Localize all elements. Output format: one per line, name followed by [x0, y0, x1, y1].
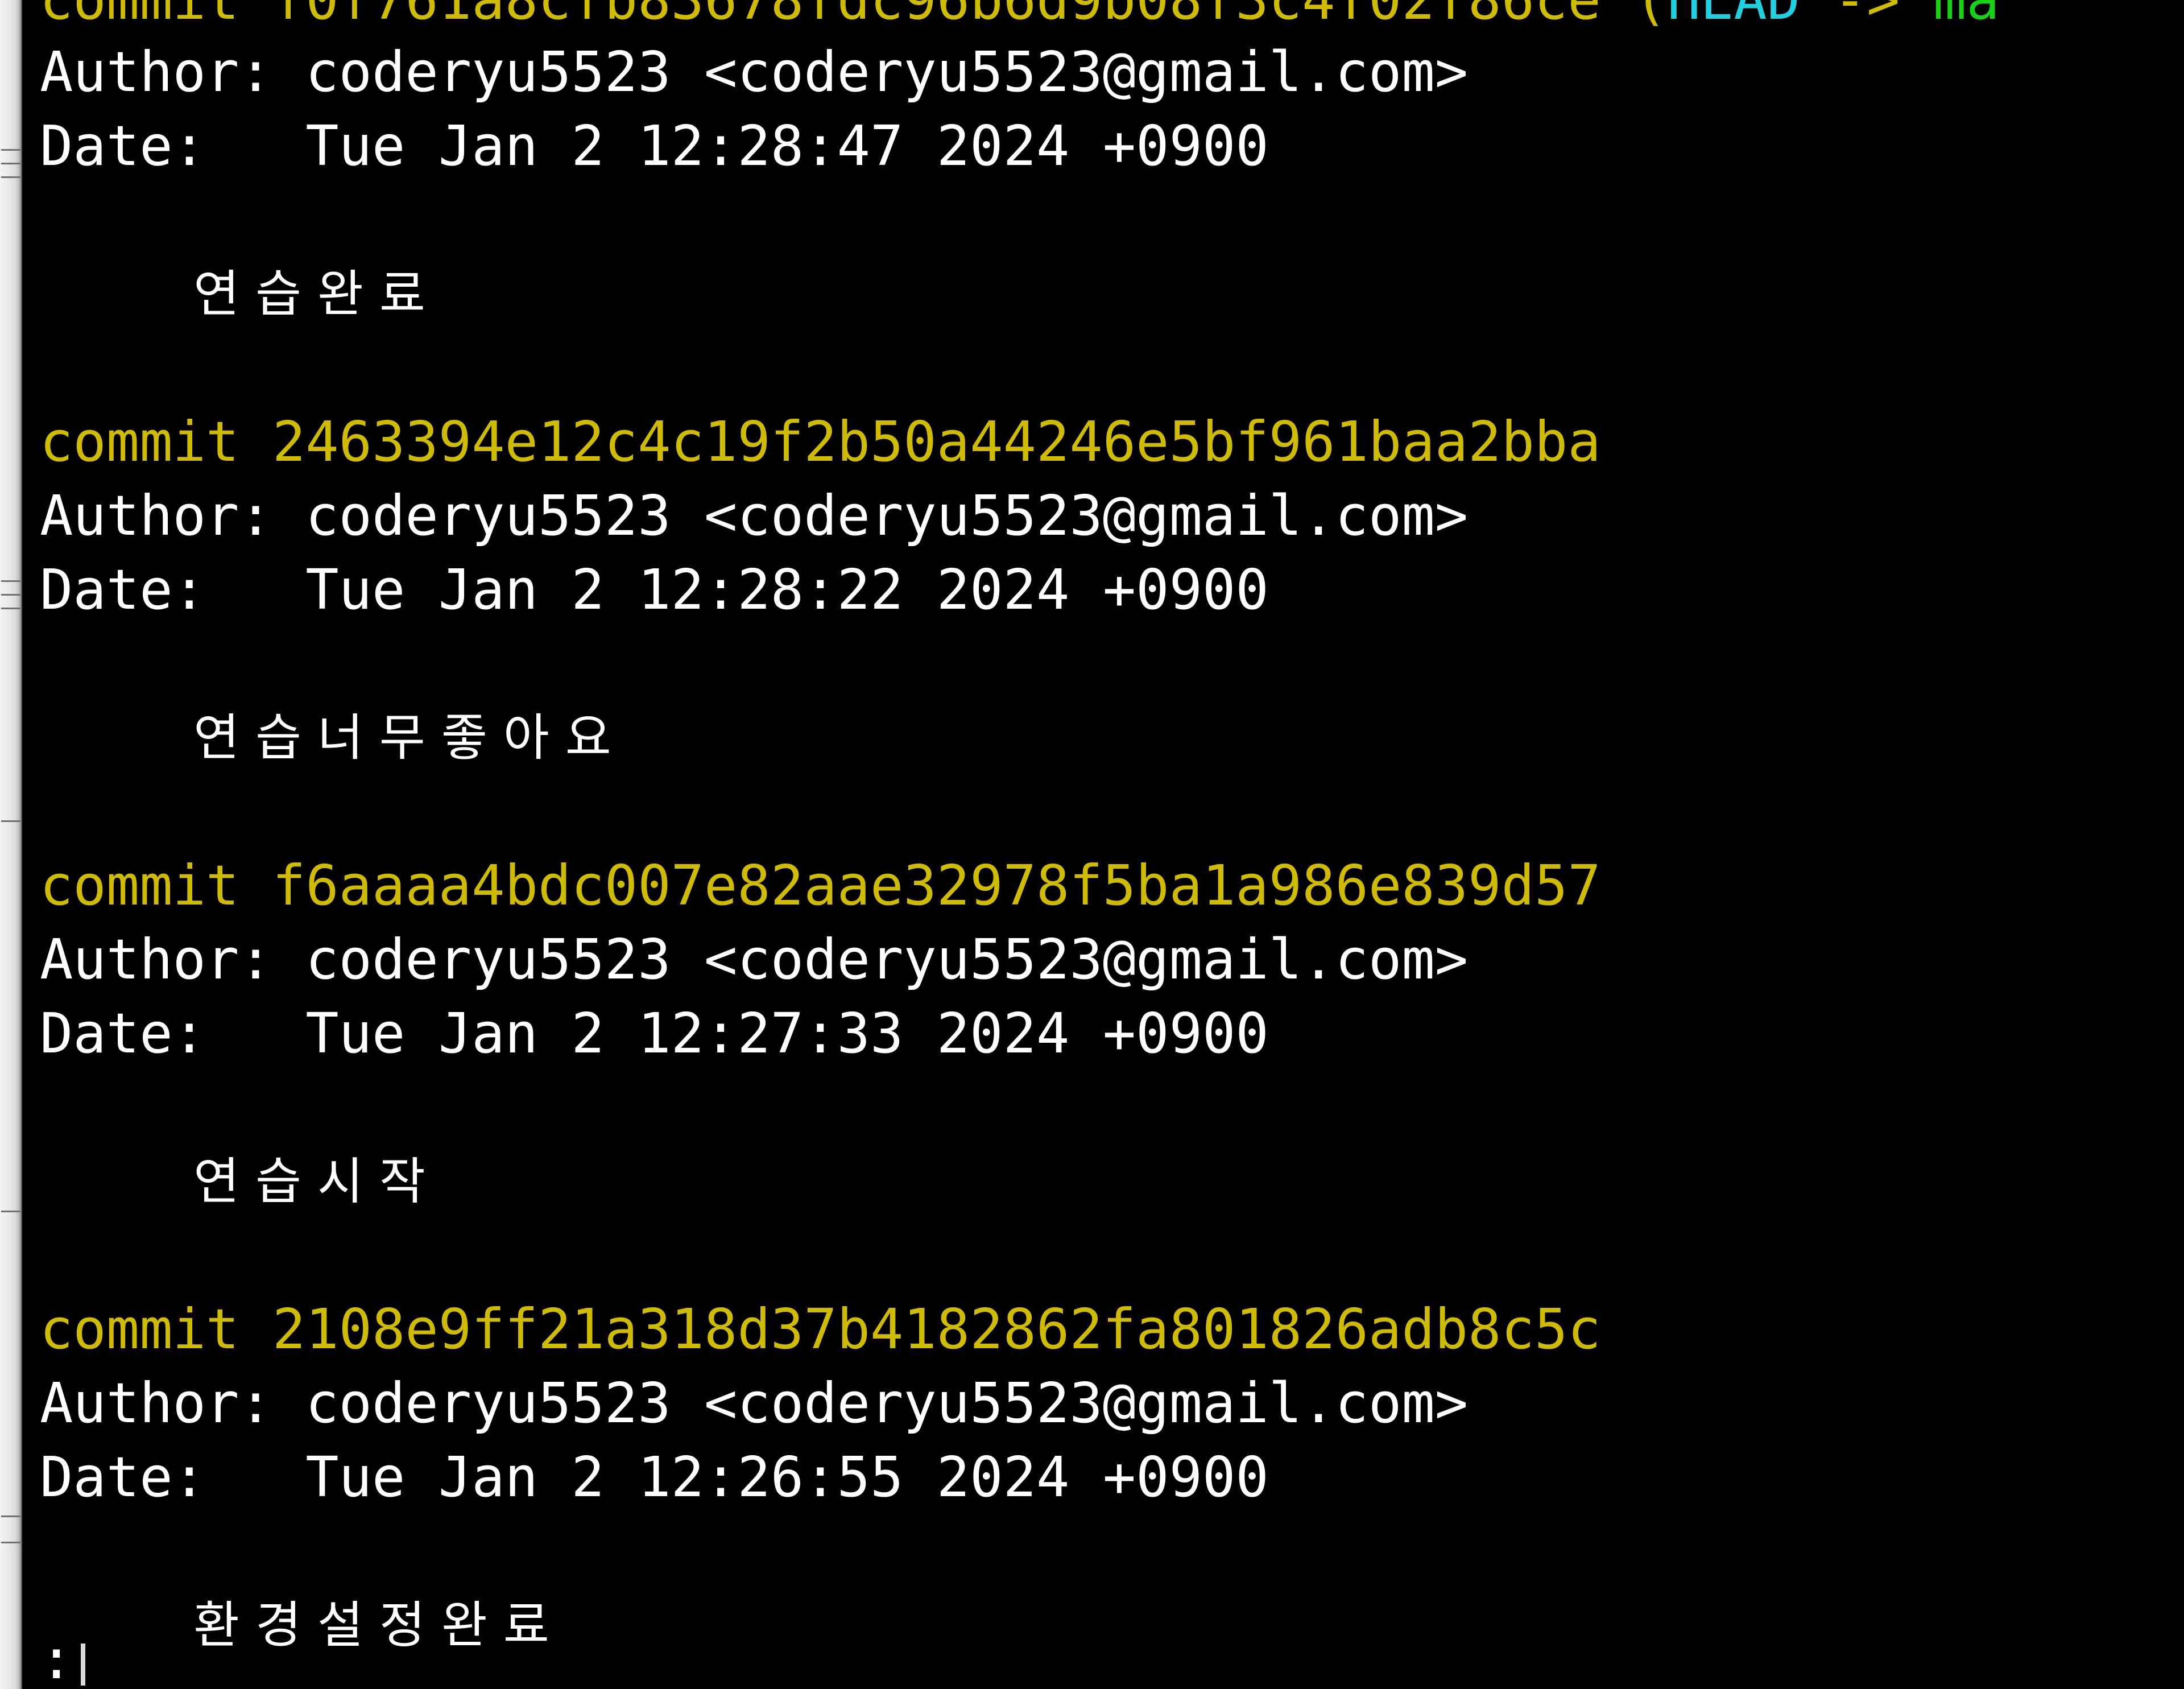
- commit-message: 환경설정완료: [193, 1596, 565, 1654]
- date-line: Date: Tue Jan 2 12:27:33 2024 +0900: [23, 997, 2184, 1071]
- head-ref: HEAD: [1668, 0, 1801, 32]
- scrollbar-grip-line: [1, 176, 20, 178]
- commit-hash-line: commit 2463394e12c4c19f2b50a44246e5bf961…: [23, 405, 2184, 479]
- author-name: coderyu5523: [305, 484, 671, 548]
- commit-keyword: commit: [40, 410, 239, 474]
- author-line: Author: coderyu5523 <coderyu5523@gmail.c…: [23, 923, 2184, 997]
- commit-hash: 2463394e12c4c19f2b50a44246e5bf961baa2bba: [272, 410, 1601, 474]
- author-email: <coderyu5523@gmail.com>: [704, 927, 1469, 992]
- date-line: Date: Tue Jan 2 12:26:55 2024 +0900: [23, 1440, 2184, 1514]
- author-label: Author:: [40, 484, 272, 548]
- date-value: Tue Jan 2 12:28:22 2024 +0900: [305, 558, 1269, 622]
- author-name: coderyu5523: [305, 927, 671, 992]
- scrollbar-grip-line: [1, 820, 20, 822]
- vertical-scrollbar[interactable]: [0, 0, 23, 1689]
- date-line: Date: Tue Jan 2 12:28:22 2024 +0900: [23, 553, 2184, 627]
- ref-paren-open: (: [1634, 0, 1667, 32]
- commit-hash: 2108e9ff21a318d37b4182862fa801826adb8c5c: [272, 1297, 1601, 1361]
- author-email: <coderyu5523@gmail.com>: [704, 40, 1469, 104]
- pager-prompt-colon: :: [40, 1627, 73, 1689]
- terminal-output[interactable]: commit f0f761a8cfb83678fdc96b6d9b08f3c4f…: [23, 0, 2184, 1689]
- scrollbar-grip-line: [1, 1211, 20, 1212]
- author-label: Author:: [40, 40, 272, 104]
- scrollbar-grip-line: [1, 580, 20, 582]
- commit-message: 연습너무좋아요: [193, 708, 627, 767]
- date-value: Tue Jan 2 12:26:55 2024 +0900: [305, 1445, 1269, 1509]
- pager-prompt[interactable]: :: [40, 1627, 86, 1689]
- commit-keyword: commit: [40, 1297, 239, 1361]
- scrollbar-grip-line: [1, 163, 20, 164]
- date-label: Date:: [40, 1445, 206, 1509]
- commit-message: 연습완료: [193, 265, 441, 323]
- scrollbar-grip-line: [1, 149, 20, 151]
- scrollbar-thumb[interactable]: [0, 0, 22, 1689]
- scrollbar-grip-line: [1, 608, 20, 609]
- scrollbar-grip-line: [1, 1515, 20, 1517]
- author-email: <coderyu5523@gmail.com>: [704, 484, 1469, 548]
- date-value: Tue Jan 2 12:27:33 2024 +0900: [305, 1001, 1269, 1066]
- commit-keyword: commit: [40, 853, 239, 918]
- commit-message: 연습시작: [193, 1152, 441, 1211]
- ref-arrow: ->: [1800, 0, 1933, 32]
- terminal-window: commit f0f761a8cfb83678fdc96b6d9b08f3c4f…: [0, 0, 2184, 1689]
- scrollbar-grip-line: [1, 594, 20, 596]
- branch-ref: ma: [1933, 0, 2000, 32]
- author-name: coderyu5523: [305, 40, 671, 104]
- author-line: Author: coderyu5523 <coderyu5523@gmail.c…: [23, 1366, 2184, 1440]
- scrollbar-grip-line: [1, 1542, 20, 1543]
- date-line: Date: Tue Jan 2 12:28:47 2024 +0900: [23, 109, 2184, 183]
- date-value: Tue Jan 2 12:28:47 2024 +0900: [305, 114, 1269, 178]
- author-label: Author:: [40, 927, 272, 992]
- commit-keyword: commit: [40, 0, 239, 32]
- author-name: coderyu5523: [305, 1371, 671, 1435]
- date-label: Date:: [40, 1001, 206, 1066]
- author-line: Author: coderyu5523 <coderyu5523@gmail.c…: [23, 35, 2184, 109]
- text-cursor: [81, 1643, 86, 1686]
- author-label: Author:: [40, 1371, 272, 1435]
- author-email: <coderyu5523@gmail.com>: [704, 1371, 1469, 1435]
- commit-hash-line: commit f6aaaa4bdc007e82aae32978f5ba1a986…: [23, 849, 2184, 923]
- author-line: Author: coderyu5523 <coderyu5523@gmail.c…: [23, 479, 2184, 553]
- commit-hash-line: commit 2108e9ff21a318d37b4182862fa801826…: [23, 1292, 2184, 1366]
- date-label: Date:: [40, 114, 206, 178]
- commit-hash: f6aaaa4bdc007e82aae32978f5ba1a986e839d57: [272, 853, 1601, 918]
- commit-hash: f0f761a8cfb83678fdc96b6d9b08f3c4f02f86ce: [272, 0, 1601, 32]
- date-label: Date:: [40, 558, 206, 622]
